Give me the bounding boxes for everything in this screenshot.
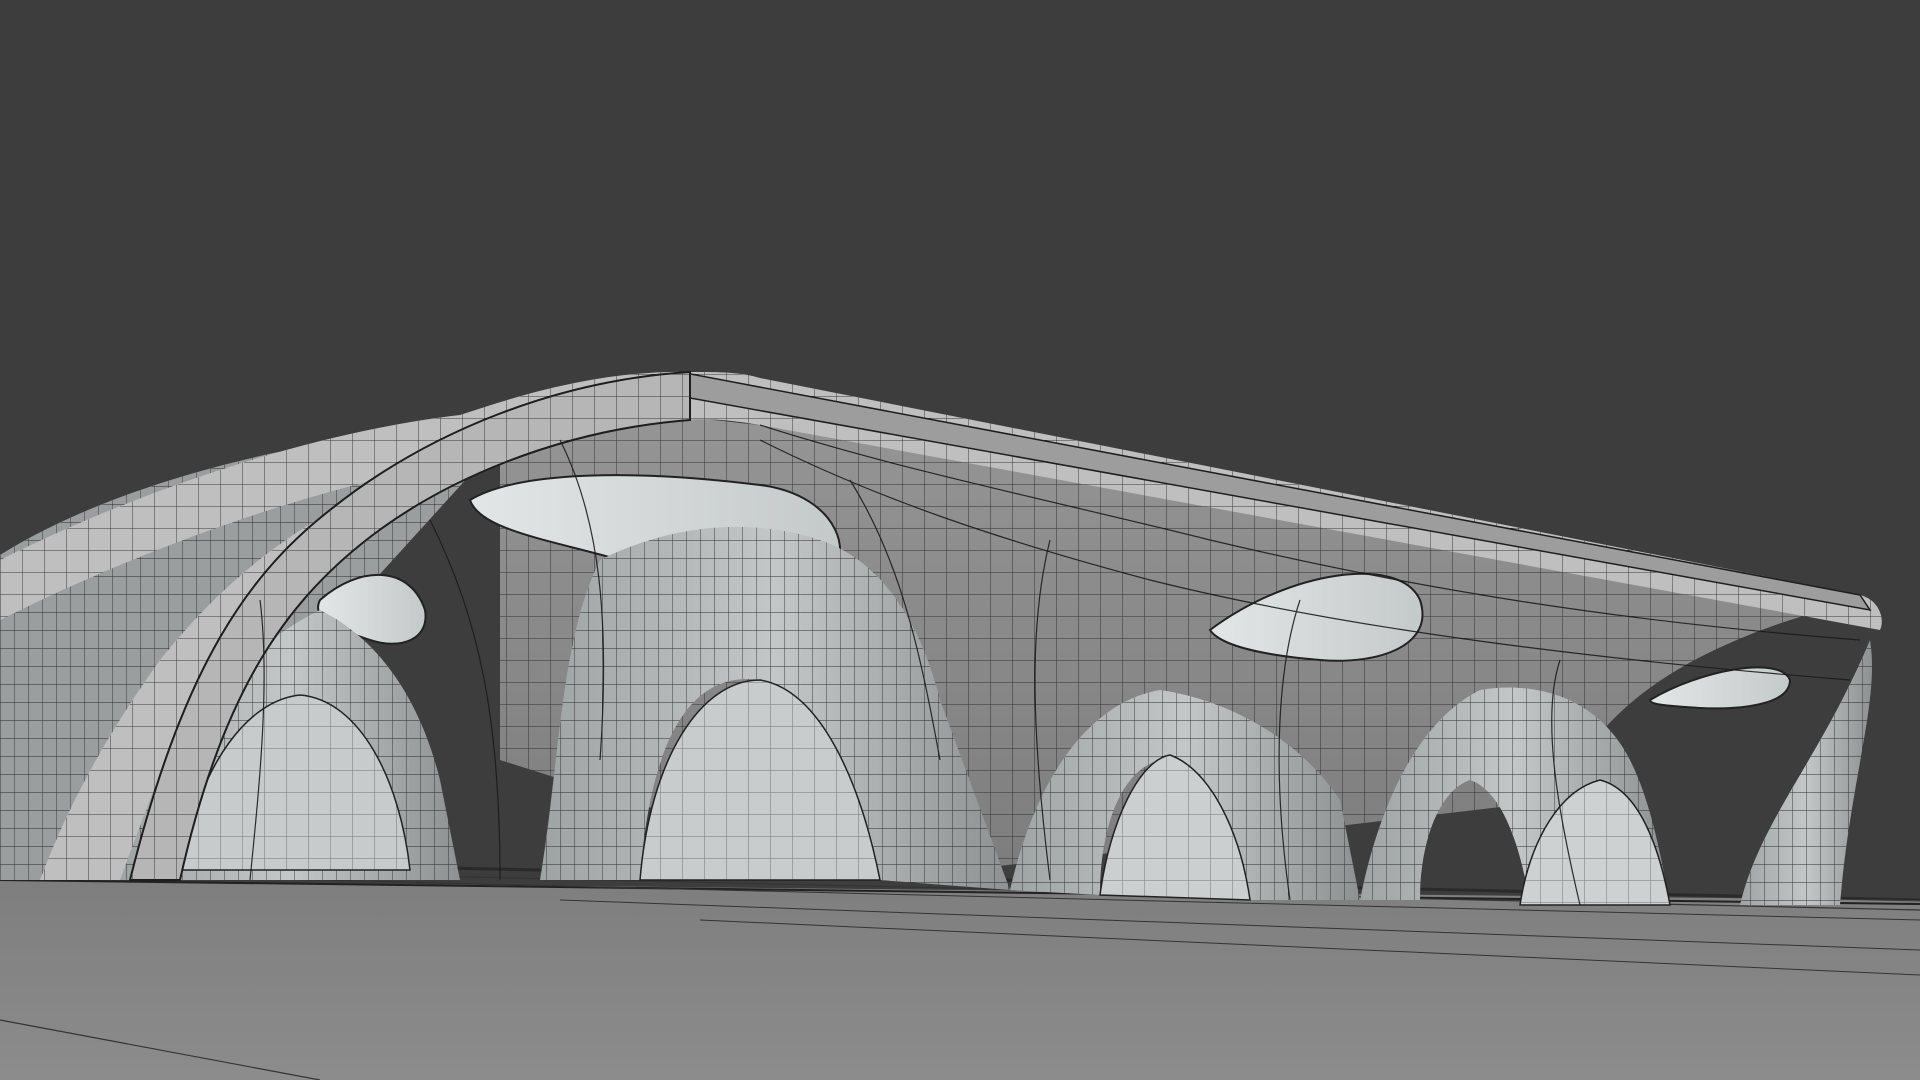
scene-render [0,0,1920,1080]
3d-viewport[interactable] [0,0,1920,1080]
